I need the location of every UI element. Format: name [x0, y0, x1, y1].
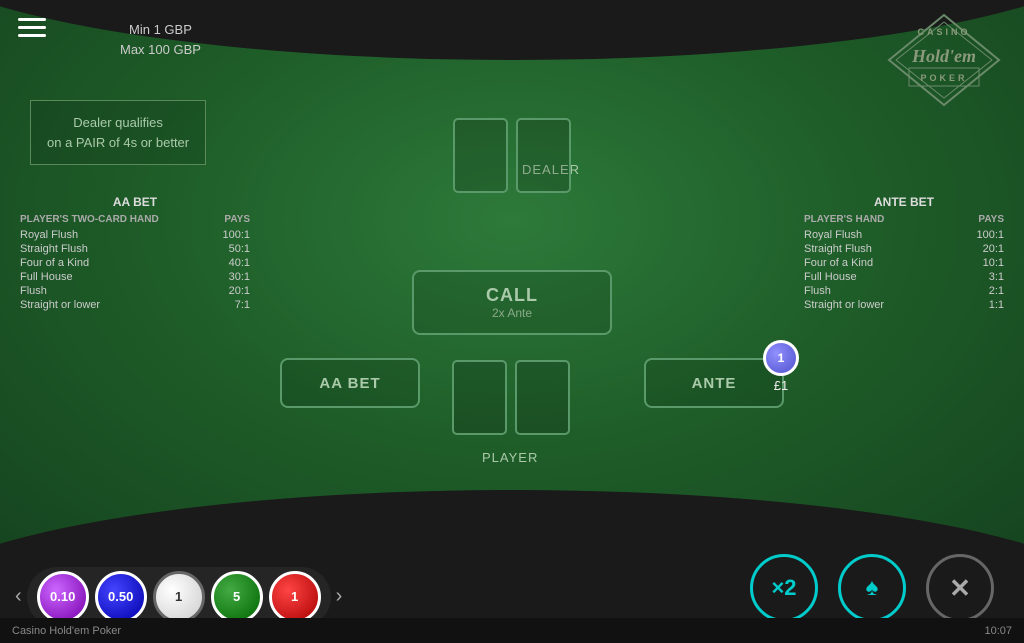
aa-paytable-row: Straight Flush50:1 — [20, 243, 250, 255]
game-logo: CASINO Hold'em POKER — [884, 10, 1004, 115]
ante-paytable-title: ANTE BET — [804, 195, 1004, 209]
aa-paytable-row: Straight or lower7:1 — [20, 299, 250, 311]
ante-paytable: ANTE BET PLAYER'S HAND PAYS Royal Flush1… — [804, 195, 1004, 313]
clear-bets-circle: ✕ — [926, 554, 994, 622]
chip-010-label: 0.10 — [50, 589, 75, 604]
chip-5-label: 5 — [233, 589, 240, 604]
ante-paytable-row: Straight Flush20:1 — [804, 243, 1004, 255]
aa-paytable-row: Four of a Kind40:1 — [20, 257, 250, 269]
bet-limits: Min 1 GBP Max 100 GBP — [120, 20, 201, 59]
call-label: CALL — [486, 285, 538, 306]
status-bar: Casino Hold'em Poker 10:07 — [0, 618, 1024, 643]
chip-number: 1 — [778, 351, 785, 365]
aa-paytable-title: AA BET — [20, 195, 250, 209]
chip-050[interactable]: 0.50 — [95, 571, 147, 623]
player-card-2 — [515, 360, 570, 435]
chip-1-label: 1 — [175, 589, 182, 604]
call-sub-label: 2x Ante — [492, 306, 532, 320]
min-bet: Min 1 GBP — [120, 20, 201, 40]
dealer-qualifies-text: Dealer qualifieson a PAIR of 4s or bette… — [30, 100, 206, 165]
ante-label: ANTE — [692, 375, 737, 392]
ante-chip: 1 £1 — [763, 340, 799, 376]
aa-paytable: AA BET PLAYER'S TWO-CARD HAND PAYS Royal… — [20, 195, 250, 313]
aa-paytable-row: Royal Flush100:1 — [20, 229, 250, 241]
aa-bet-button[interactable]: AA BET — [280, 358, 420, 408]
chip-050-label: 0.50 — [108, 589, 133, 604]
player-label: PLAYER — [482, 450, 538, 465]
aa-paytable-row: Flush20:1 — [20, 285, 250, 297]
time-display: 10:07 — [984, 625, 1012, 637]
svg-text:CASINO: CASINO — [917, 27, 970, 37]
scroll-right-button[interactable]: › — [331, 585, 348, 608]
game-name: Casino Hold'em Poker — [12, 625, 121, 637]
chip-visual: 1 — [763, 340, 799, 376]
cross-icon: ✕ — [949, 573, 971, 604]
scroll-left-button[interactable]: ‹ — [10, 585, 27, 608]
dealer-card-1 — [453, 118, 508, 193]
ante-paytable-header: PLAYER'S HAND PAYS — [804, 214, 1004, 225]
svg-text:Hold'em: Hold'em — [911, 46, 976, 66]
chip-1b[interactable]: 1 — [269, 571, 321, 623]
aa-paytable-header: PLAYER'S TWO-CARD HAND PAYS — [20, 214, 250, 225]
dealer-card-area — [453, 118, 571, 193]
max-bet: Max 100 GBP — [120, 40, 201, 60]
chip-010[interactable]: 0.10 — [37, 571, 89, 623]
aa-paytable-rows: Royal Flush100:1 Straight Flush50:1 Four o… — [20, 229, 250, 311]
player-card-1 — [452, 360, 507, 435]
dealer-card-2 — [516, 118, 571, 193]
chip-1b-label: 1 — [291, 589, 298, 604]
svg-text:POKER: POKER — [920, 73, 967, 83]
chip-1[interactable]: 1 — [153, 571, 205, 623]
chip-5[interactable]: 5 — [211, 571, 263, 623]
aa-bet-label: AA BET — [319, 375, 380, 392]
aa-paytable-row: Full House30:1 — [20, 271, 250, 283]
ante-paytable-row: Royal Flush100:1 — [804, 229, 1004, 241]
double-bet-circle: ×2 — [750, 554, 818, 622]
chip-amount: £1 — [774, 378, 788, 393]
ante-paytable-row: Straight or lower1:1 — [804, 299, 1004, 311]
deal-circle: ♠ — [838, 554, 906, 622]
double-bet-icon: ×2 — [771, 575, 796, 601]
player-card-area — [452, 360, 570, 435]
spade-icon: ♠ — [866, 574, 879, 602]
ante-paytable-rows: Royal Flush100:1 Straight Flush20:1 Four o… — [804, 229, 1004, 311]
menu-button[interactable] — [18, 18, 46, 37]
ante-paytable-row: Four of a Kind10:1 — [804, 257, 1004, 269]
ante-paytable-row: Flush2:1 — [804, 285, 1004, 297]
call-button[interactable]: CALL 2x Ante — [412, 270, 612, 335]
ante-paytable-row: Full House3:1 — [804, 271, 1004, 283]
